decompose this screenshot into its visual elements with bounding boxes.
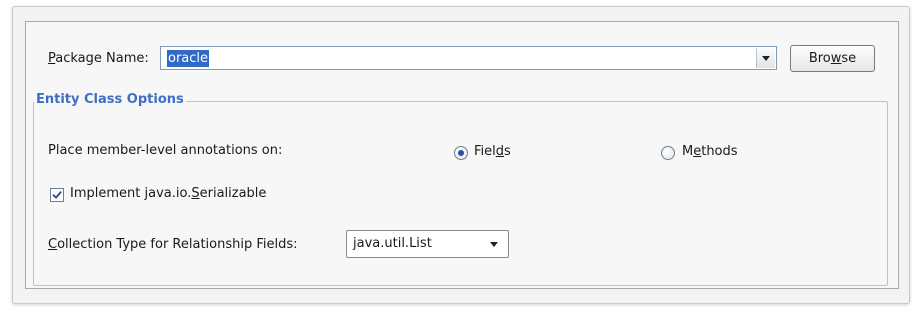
chevron-down-icon	[762, 55, 770, 61]
collection-type-select[interactable]: java.util.List	[346, 230, 509, 258]
collection-label-rest: ollection Type for Relationship Fields:	[57, 237, 298, 252]
collection-type-label: Collection Type for Relationship Fields:	[48, 237, 298, 253]
methods-radio[interactable]	[661, 146, 675, 160]
fields-radio[interactable]	[454, 146, 468, 160]
fields-label-rest: s	[504, 144, 511, 159]
browse-label-accesskey: w	[830, 51, 842, 66]
chevron-down-icon[interactable]	[490, 242, 498, 247]
browse-button[interactable]: Browse	[790, 45, 875, 72]
serializable-label-prefix: Implement java.io.	[70, 186, 192, 201]
collection-type-value: java.util.List	[353, 236, 432, 251]
methods-label-rest: thods	[701, 144, 738, 159]
check-icon	[52, 191, 62, 199]
package-label-rest: ackage Name:	[55, 51, 149, 66]
collection-label-accesskey: C	[48, 237, 58, 252]
browse-label-prefix: Bro	[808, 51, 831, 66]
package-name-combobox[interactable]: oracle	[160, 46, 777, 70]
serializable-label-rest: erializable	[199, 186, 267, 201]
methods-radio-label[interactable]: Methods	[682, 144, 738, 160]
annotations-label: Place member-level annotations on:	[48, 143, 283, 158]
serializable-checkbox[interactable]	[50, 188, 64, 202]
browse-label-rest: se	[841, 51, 857, 66]
serializable-label[interactable]: Implement java.io.Serializable	[70, 186, 266, 202]
fields-radio-label[interactable]: Fields	[474, 144, 511, 160]
serializable-label-accesskey: S	[191, 186, 200, 201]
radio-selected-dot	[458, 150, 464, 156]
package-dropdown-button[interactable]	[756, 48, 775, 68]
methods-label-prefix: M	[682, 144, 694, 159]
package-name-label: Package Name:	[48, 51, 149, 67]
fields-label-prefix: Fiel	[474, 144, 496, 159]
entity-options-legend: Entity Class Options	[34, 92, 186, 108]
package-name-value[interactable]: oracle	[167, 50, 210, 67]
fields-label-accesskey: d	[495, 144, 505, 159]
